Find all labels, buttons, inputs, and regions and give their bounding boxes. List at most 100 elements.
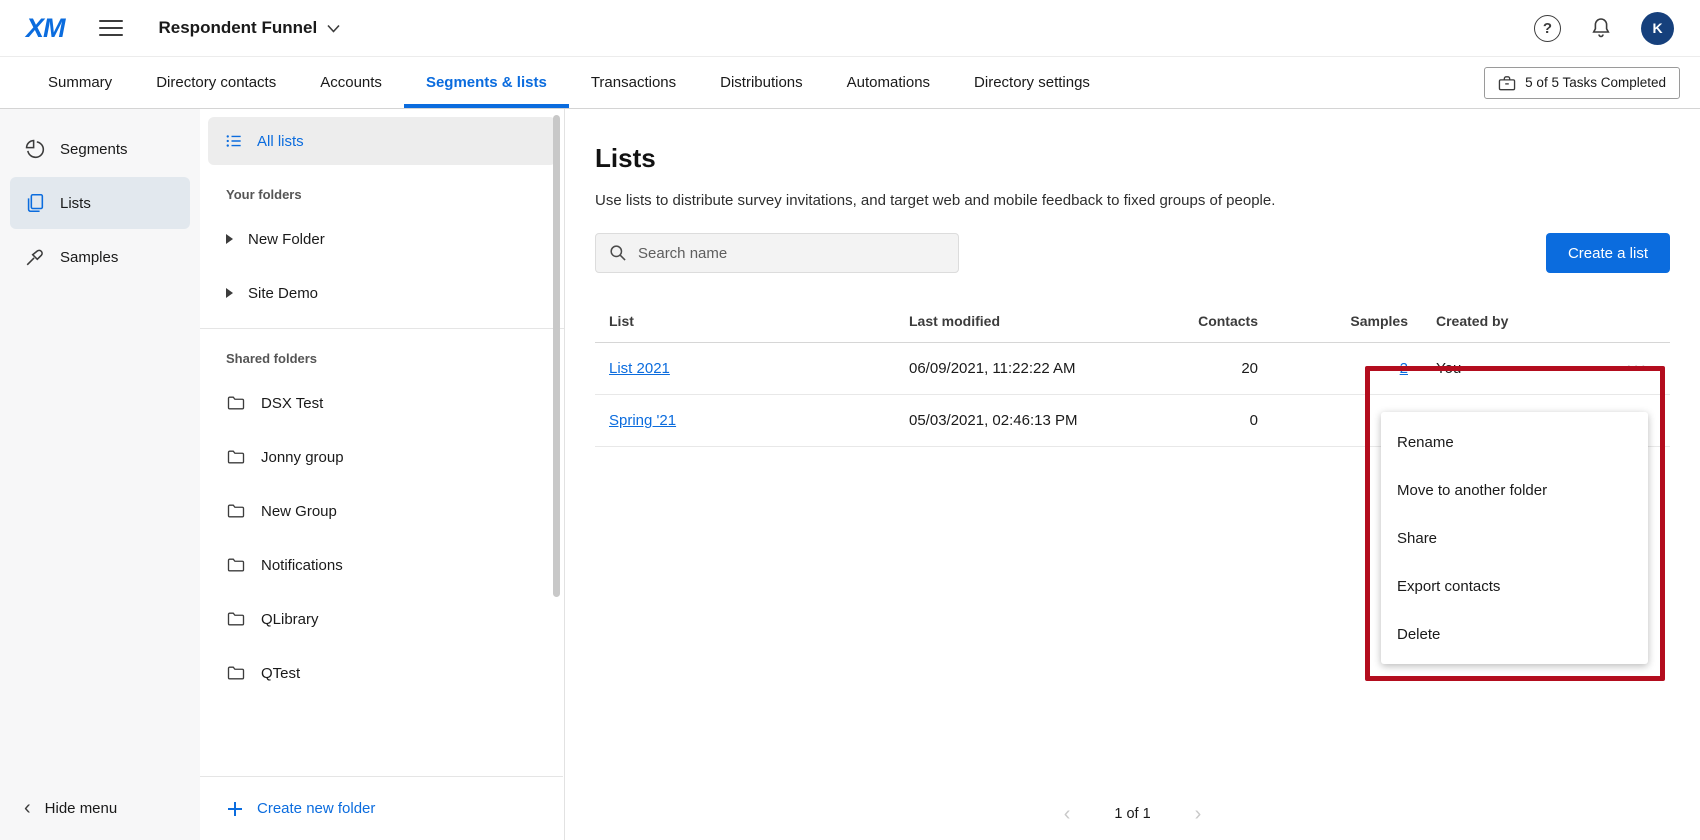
folder-dsx-test[interactable]: DSX Test: [200, 376, 564, 430]
folder-label: New Folder: [248, 231, 325, 248]
sidebar-item-label: Lists: [60, 195, 91, 212]
column-header-samples: Samples: [1272, 303, 1422, 342]
table-header-row: List Last modified Contacts Samples Crea…: [595, 303, 1670, 343]
create-new-folder-label: Create new folder: [257, 800, 375, 817]
your-folders-label: Your folders: [200, 165, 564, 212]
menu-item-export-contacts[interactable]: Export contacts: [1381, 562, 1648, 610]
plus-icon: [226, 800, 244, 818]
folders-panel: All lists Your folders New Folder Site D…: [200, 109, 565, 840]
create-new-folder-button[interactable]: Create new folder: [200, 776, 563, 840]
folder-jonny-group[interactable]: Jonny group: [200, 430, 564, 484]
column-header-last-modified: Last modified: [895, 303, 1145, 342]
list-bullets-icon: [224, 131, 244, 151]
folder-label: QLibrary: [261, 611, 319, 628]
project-name: Respondent Funnel: [159, 18, 318, 38]
page-title: Lists: [595, 143, 1670, 174]
shared-folders-label: Shared folders: [200, 329, 564, 376]
folder-icon: [226, 501, 246, 521]
sidebar-item-label: Segments: [60, 141, 128, 158]
samples-eyedropper-icon: [24, 246, 46, 268]
tab-distributions[interactable]: Distributions: [698, 57, 825, 108]
all-lists-item[interactable]: All lists: [208, 117, 556, 165]
list-name-link[interactable]: List 2021: [609, 360, 670, 377]
directory-tab-bar: Summary Directory contacts Accounts Segm…: [0, 57, 1700, 109]
search-input[interactable]: [638, 245, 946, 262]
tab-transactions[interactable]: Transactions: [569, 57, 698, 108]
folder-new-folder[interactable]: New Folder: [200, 212, 564, 266]
last-modified-cell: 05/03/2021, 02:46:13 PM: [895, 395, 1145, 446]
created-by-cell: You: [1422, 343, 1562, 394]
pagination-next-icon[interactable]: ›: [1195, 804, 1202, 824]
lists-icon: [24, 192, 46, 214]
folder-site-demo[interactable]: Site Demo: [200, 266, 564, 320]
folder-qlibrary[interactable]: QLibrary: [200, 592, 564, 646]
tab-summary[interactable]: Summary: [26, 57, 134, 108]
row-context-menu: Rename Move to another folder Share Expo…: [1381, 412, 1648, 664]
folder-qtest[interactable]: QTest: [200, 646, 564, 700]
folder-notifications[interactable]: Notifications: [200, 538, 564, 592]
menu-item-rename[interactable]: Rename: [1381, 418, 1648, 466]
expand-triangle-icon: [226, 288, 233, 298]
all-lists-label: All lists: [257, 133, 304, 150]
tab-segments-and-lists[interactable]: Segments & lists: [404, 57, 569, 108]
folder-label: DSX Test: [261, 395, 323, 412]
user-avatar[interactable]: K: [1641, 12, 1674, 45]
menu-item-share[interactable]: Share: [1381, 514, 1648, 562]
notifications-bell-icon[interactable]: [1589, 16, 1613, 40]
folder-label: QTest: [261, 665, 300, 682]
row-overflow-menu-icon[interactable]: •••: [1562, 343, 1670, 394]
top-bar: XM Respondent Funnel ? K: [0, 0, 1700, 57]
folder-label: Site Demo: [248, 285, 318, 302]
contacts-cell: 20: [1145, 343, 1272, 394]
tab-automations[interactable]: Automations: [825, 57, 952, 108]
search-icon: [608, 243, 628, 263]
sidebar-item-lists[interactable]: Lists: [10, 177, 190, 229]
sidebar-item-label: Samples: [60, 249, 118, 266]
folder-label: Jonny group: [261, 449, 344, 466]
hide-menu-label: Hide menu: [45, 800, 118, 817]
menu-item-delete[interactable]: Delete: [1381, 610, 1648, 658]
folder-icon: [226, 555, 246, 575]
project-selector[interactable]: Respondent Funnel: [159, 18, 341, 38]
tab-directory-contacts[interactable]: Directory contacts: [134, 57, 298, 108]
tasks-completed-label: 5 of 5 Tasks Completed: [1525, 75, 1666, 90]
folder-label: Notifications: [261, 557, 343, 574]
hide-menu-button[interactable]: ‹ Hide menu: [24, 798, 117, 818]
xm-directory-page: XM Respondent Funnel ? K Summary Directo…: [0, 0, 1700, 840]
folder-new-group[interactable]: New Group: [200, 484, 564, 538]
hamburger-menu-icon[interactable]: [99, 20, 123, 36]
chevron-down-icon: [327, 24, 340, 33]
contacts-cell: 0: [1145, 395, 1272, 446]
segments-pie-icon: [24, 138, 46, 160]
page-description: Use lists to distribute survey invitatio…: [595, 192, 1670, 209]
last-modified-cell: 06/09/2021, 11:22:22 AM: [895, 343, 1145, 394]
folder-icon: [226, 447, 246, 467]
expand-triangle-icon: [226, 234, 233, 244]
menu-item-move-to-another-folder[interactable]: Move to another folder: [1381, 466, 1648, 514]
column-header-list: List: [595, 303, 895, 342]
folder-icon: [226, 609, 246, 629]
sidebar-item-segments[interactable]: Segments: [10, 123, 190, 175]
list-name-link[interactable]: Spring '21: [609, 412, 676, 429]
sidebar-item-samples[interactable]: Samples: [10, 231, 190, 283]
pagination: ‹ 1 of 1 ›: [565, 804, 1700, 824]
folder-icon: [226, 393, 246, 413]
pagination-status: 1 of 1: [1114, 806, 1150, 822]
help-icon[interactable]: ?: [1534, 15, 1561, 42]
briefcase-icon: [1498, 75, 1516, 91]
chevron-left-icon: ‹: [24, 798, 31, 818]
folders-scrollbar-thumb[interactable]: [553, 115, 560, 597]
left-sidebar: Segments Lists Samples ‹ Hide menu: [0, 109, 200, 840]
tasks-completed-badge[interactable]: 5 of 5 Tasks Completed: [1484, 67, 1680, 99]
column-header-contacts: Contacts: [1145, 303, 1272, 342]
samples-count-link[interactable]: 2: [1400, 360, 1408, 377]
create-a-list-button[interactable]: Create a list: [1546, 233, 1670, 273]
tab-accounts[interactable]: Accounts: [298, 57, 404, 108]
tab-directory-settings[interactable]: Directory settings: [952, 57, 1112, 108]
xm-logo: XM: [26, 13, 65, 44]
folder-label: New Group: [261, 503, 337, 520]
pagination-prev-icon[interactable]: ‹: [1064, 804, 1071, 824]
folder-icon: [226, 663, 246, 683]
search-box: [595, 233, 959, 273]
column-header-created-by: Created by: [1422, 303, 1562, 342]
